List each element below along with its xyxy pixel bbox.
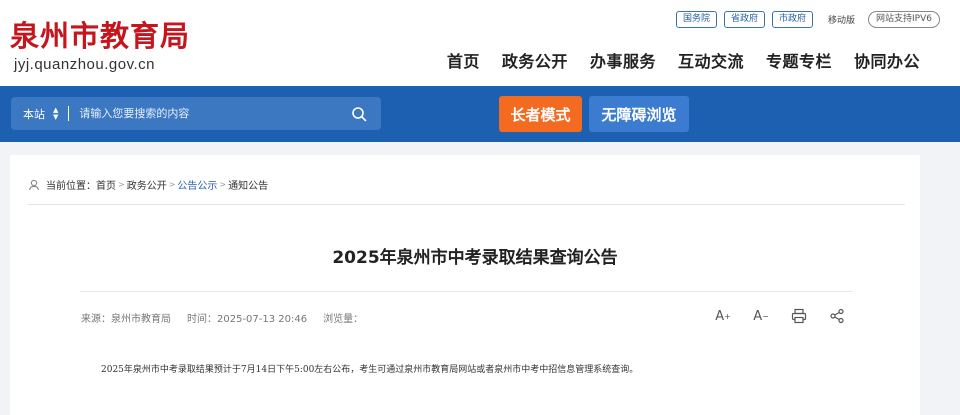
nav-home[interactable]: 首页 bbox=[447, 48, 480, 72]
breadcrumb: 当前位置： 首页 > 政务公开 > 公告公示 > 通知公告 bbox=[28, 177, 268, 192]
nav-interaction[interactable]: 互动交流 bbox=[678, 48, 744, 72]
article-views: 浏览量： bbox=[323, 314, 364, 325]
article-time: 时间：2025-07-13 20:46 bbox=[187, 314, 308, 325]
accessible-browse-button[interactable]: 无障碍浏览 bbox=[589, 96, 689, 132]
site-header: 泉州市教育局 jyj.quanzhou.gov.cn 国务院 省政府 市政府 移… bbox=[0, 0, 960, 86]
logo-title: 泉州市教育局 bbox=[10, 19, 191, 53]
link-city-gov[interactable]: 市政府 bbox=[772, 11, 814, 28]
updown-arrow-icon: ▲ ▼ bbox=[53, 105, 59, 121]
breadcrumb-label: 当前位置： bbox=[46, 181, 96, 192]
search-box: 本站 ▲ ▼ bbox=[11, 97, 381, 130]
font-increase-label: A bbox=[715, 308, 725, 324]
breadcrumb-separator-icon: > bbox=[168, 180, 176, 189]
search-divider bbox=[68, 106, 70, 121]
font-increase-button[interactable]: A + bbox=[712, 306, 734, 326]
search-icon[interactable] bbox=[351, 106, 367, 122]
link-provincial-gov[interactable]: 省政府 bbox=[723, 11, 765, 28]
title-divider bbox=[80, 291, 852, 292]
article-meta: 来源：泉州市教育局 时间：2025-07-13 20:46 浏览量： bbox=[81, 310, 363, 325]
site-logo[interactable]: 泉州市教育局 jyj.quanzhou.gov.cn bbox=[10, 18, 190, 73]
breadcrumb-gov-affairs[interactable]: 政务公开 bbox=[127, 177, 167, 192]
link-state-council[interactable]: 国务院 bbox=[675, 11, 717, 28]
breadcrumb-separator-icon: > bbox=[219, 180, 227, 189]
nav-office[interactable]: 协同办公 bbox=[854, 48, 920, 72]
main-nav: 首页 政务公开 办事服务 互动交流 专题专栏 协同办公 bbox=[447, 48, 920, 72]
article-tools: A + A − bbox=[712, 306, 848, 326]
font-decrease-label: A bbox=[753, 308, 763, 324]
breadcrumb-home[interactable]: 首页 bbox=[96, 177, 116, 192]
search-scope-select[interactable]: 本站 ▲ ▼ bbox=[11, 106, 58, 122]
nav-services[interactable]: 办事服务 bbox=[590, 48, 656, 72]
share-icon bbox=[830, 308, 844, 324]
nav-topics[interactable]: 专题专栏 bbox=[766, 48, 832, 72]
article-body: 2025年泉州市中考录取结果预计于7月14日下午5:00左右公布，考生可通过泉州… bbox=[101, 365, 639, 375]
top-links: 国务院 省政府 市政府 移动版 网站支持IPV6 bbox=[675, 11, 940, 28]
breadcrumb-announcements[interactable]: 公告公示 bbox=[177, 177, 217, 192]
article-source: 来源：泉州市教育局 bbox=[81, 314, 171, 325]
article-title: 2025年泉州市中考录取结果查询公告 bbox=[332, 248, 618, 268]
search-bar-strip: 本站 ▲▼ 长者模式 无障碍浏览 bbox=[0, 86, 960, 142]
breadcrumb-separator-icon: > bbox=[118, 180, 125, 189]
breadcrumb-divider bbox=[28, 204, 905, 205]
search-input[interactable] bbox=[79, 107, 320, 120]
nav-gov-affairs[interactable]: 政务公开 bbox=[502, 48, 568, 72]
elder-mode-button[interactable]: 长者模式 bbox=[499, 96, 582, 132]
breadcrumb-notices[interactable]: 通知公告 bbox=[228, 177, 268, 192]
print-icon bbox=[791, 308, 807, 324]
mobile-version-link[interactable]: 移动版 bbox=[820, 13, 861, 26]
location-icon bbox=[28, 179, 40, 190]
logo-domain: jyj.quanzhou.gov.cn bbox=[14, 56, 155, 73]
share-button[interactable] bbox=[826, 306, 848, 326]
font-decrease-button[interactable]: A − bbox=[750, 306, 772, 326]
print-button[interactable] bbox=[788, 306, 810, 326]
content-panel: 当前位置： 首页 > 政务公开 > 公告公示 > 通知公告 2025年泉州市中考… bbox=[10, 155, 920, 415]
search-scope-label: 本站 bbox=[23, 107, 45, 121]
ipv6-badge: 网站支持IPV6 bbox=[868, 11, 940, 28]
